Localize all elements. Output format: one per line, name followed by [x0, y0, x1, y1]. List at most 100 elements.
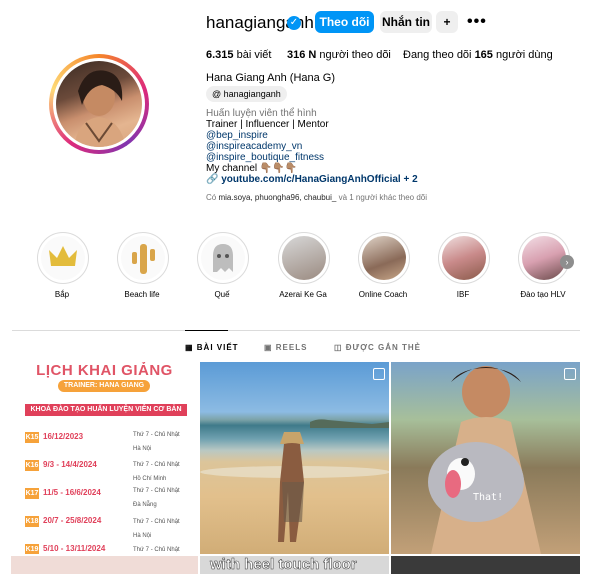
- followed-by-text[interactable]: Có mia.soya, phuongha96, chaubui_ và 1 n…: [206, 193, 427, 202]
- add-user-icon: +: [443, 15, 451, 29]
- poster-city: Hà Nội: [133, 533, 152, 539]
- poster-city: Hà Nội: [133, 446, 152, 452]
- tab-posts[interactable]: ▦ BÀI VIẾT: [185, 343, 239, 352]
- profile-external-link[interactable]: 🔗 youtube.com/c/HanaGiangAnhOfficial + 2: [206, 174, 418, 185]
- post-caption-overlay: with heel touch floor: [210, 556, 357, 573]
- post-photo: [200, 419, 389, 542]
- avatar[interactable]: [56, 61, 142, 147]
- post-tile-beach[interactable]: [200, 362, 389, 554]
- tab-reels[interactable]: ▣ REELS: [264, 343, 307, 352]
- message-button[interactable]: Nhắn tin: [380, 11, 432, 33]
- chevron-right-icon[interactable]: ›: [560, 255, 574, 269]
- tab-label: ĐƯỢC GẮN THẺ: [345, 343, 422, 352]
- follow-button[interactable]: Theo dõi: [315, 11, 374, 33]
- cactus-icon: [132, 244, 155, 274]
- threads-badge[interactable]: @ hanagianganh: [206, 86, 287, 102]
- poster-cohort: K19: [25, 544, 39, 554]
- highlight-label: Online Coach: [358, 290, 408, 299]
- poster-title: LỊCH KHAI GIẢNG: [36, 362, 173, 379]
- poster-cohort: K16: [25, 460, 39, 471]
- post-caption-overlay: That!: [473, 492, 504, 503]
- poster-day: Thứ 7 - Chủ Nhật: [133, 432, 180, 438]
- following-label: người dùng: [495, 49, 553, 61]
- highlight-label: Bắp: [54, 290, 70, 299]
- following-prefix: Đang theo dõi: [403, 49, 472, 61]
- avatar-photo: [74, 70, 126, 147]
- posts-label: bài viết: [236, 49, 272, 61]
- crown-icon: [49, 246, 77, 266]
- followed-by-names: mia.soya, phuongha96, chaubui_: [218, 193, 337, 202]
- poster-trainer-badge: TRAINER: HANA GIANG ANH: [58, 380, 150, 401]
- highlight-label: Quế: [214, 290, 230, 299]
- highlight-label: Azerai Ke Ga: [279, 290, 327, 299]
- posts-stat: 6.315 bài viết: [206, 49, 271, 61]
- poster-cohort: K15: [25, 432, 39, 443]
- ghost-icon: [213, 244, 233, 272]
- highlight-beach-life[interactable]: [117, 232, 169, 284]
- bio-mention-link[interactable]: @bep_inspire: [206, 130, 268, 141]
- following-stat[interactable]: Đang theo dõi 165 người dùng: [403, 49, 553, 61]
- followed-by-suffix: và 1 người khác theo dõi: [338, 193, 428, 202]
- poster-city: Đà Nẵng: [133, 502, 157, 508]
- post-tile[interactable]: with heel touch floor: [200, 556, 389, 574]
- poster-day: Thứ 7 - Chủ Nhật: [133, 547, 180, 553]
- tab-tagged[interactable]: ◫ ĐƯỢC GẮN THẺ: [334, 343, 421, 352]
- post-photo: [428, 366, 541, 554]
- profile-avatar-ring[interactable]: [49, 54, 149, 154]
- highlight-cover: [522, 236, 566, 280]
- link-icon: 🔗: [206, 174, 222, 185]
- bio-line: My channel 👇🏽👇🏽👇🏽: [206, 163, 298, 174]
- post-tile[interactable]: [11, 556, 198, 574]
- poster-date: 5/10 - 13/11/2024: [43, 544, 106, 553]
- bio-line: Trainer | Influencer | Mentor: [206, 119, 329, 130]
- tab-label: REELS: [275, 343, 308, 352]
- highlight-cover: [282, 236, 326, 280]
- followers-count: 316 N: [287, 49, 317, 61]
- more-options-icon[interactable]: •••: [467, 11, 487, 33]
- following-count: 165: [474, 49, 493, 61]
- poster-city: Hồ Chí Minh: [133, 476, 167, 482]
- profile-full-name: Hana Giang Anh (Hana G): [206, 72, 336, 84]
- poster-date: 16/12/2023: [43, 432, 84, 441]
- highlight-cover: [41, 236, 85, 280]
- post-tile-dog[interactable]: That!: [391, 362, 580, 554]
- poster-date: 20/7 - 25/8/2024: [43, 516, 102, 525]
- grid-icon: ▦: [185, 343, 197, 352]
- posts-count: 6.315: [206, 49, 234, 61]
- poster-cohort: K17: [25, 488, 39, 499]
- poster-day: Thứ 7 - Chủ Nhật: [133, 519, 180, 525]
- followers-label: người theo dõi: [319, 49, 391, 61]
- active-tab-indicator: [185, 330, 228, 331]
- highlight-cover: [201, 236, 245, 280]
- bio-mention-link[interactable]: @inspire_boutique_fitness: [206, 152, 324, 163]
- highlight-label: Beach life: [124, 290, 160, 299]
- poster-date: 9/3 - 14/4/2024: [43, 460, 97, 469]
- highlight-que[interactable]: [197, 232, 249, 284]
- verified-badge-icon: ✓: [287, 16, 301, 30]
- highlight-online-coach[interactable]: [358, 232, 410, 284]
- followers-stat[interactable]: 316 N người theo dõi: [287, 49, 391, 61]
- post-tile[interactable]: [391, 556, 580, 574]
- post-tile-schedule[interactable]: LỊCH KHAI GIẢNG TRAINER: HANA GIANG ANH …: [11, 362, 198, 554]
- highlight-cover: [362, 236, 406, 280]
- suggest-users-button[interactable]: +: [436, 11, 458, 33]
- highlight-cover: [442, 236, 486, 280]
- threads-handle: hanagianganh: [223, 89, 281, 99]
- poster-cohort: K18: [25, 516, 39, 527]
- bio-mention-link[interactable]: @inspireacademy_vn: [206, 141, 302, 152]
- highlight-cover: [121, 236, 165, 280]
- highlight-bap[interactable]: [37, 232, 89, 284]
- poster-day: Thứ 7 - Chủ Nhật: [133, 488, 180, 494]
- link-text: youtube.com/c/HanaGiangAnhOfficial + 2: [221, 174, 418, 185]
- highlight-label: Đào tạo HLV: [520, 290, 566, 299]
- tag-icon: ◫: [334, 343, 346, 352]
- tabs-divider: [12, 330, 580, 331]
- poster-date: 11/5 - 16/6/2024: [43, 488, 101, 497]
- poster-day: Thứ 7 - Chủ Nhật: [133, 462, 180, 468]
- tab-label: BÀI VIẾT: [196, 343, 239, 352]
- highlight-azerai[interactable]: [278, 232, 330, 284]
- highlight-ibf[interactable]: [438, 232, 490, 284]
- poster-course-banner: KHOÁ ĐÀO TẠO HUẤN LUYỆN VIÊN CƠ BẢN: [25, 404, 187, 416]
- avatar-frame: [53, 58, 145, 150]
- carousel-icon: [373, 368, 385, 380]
